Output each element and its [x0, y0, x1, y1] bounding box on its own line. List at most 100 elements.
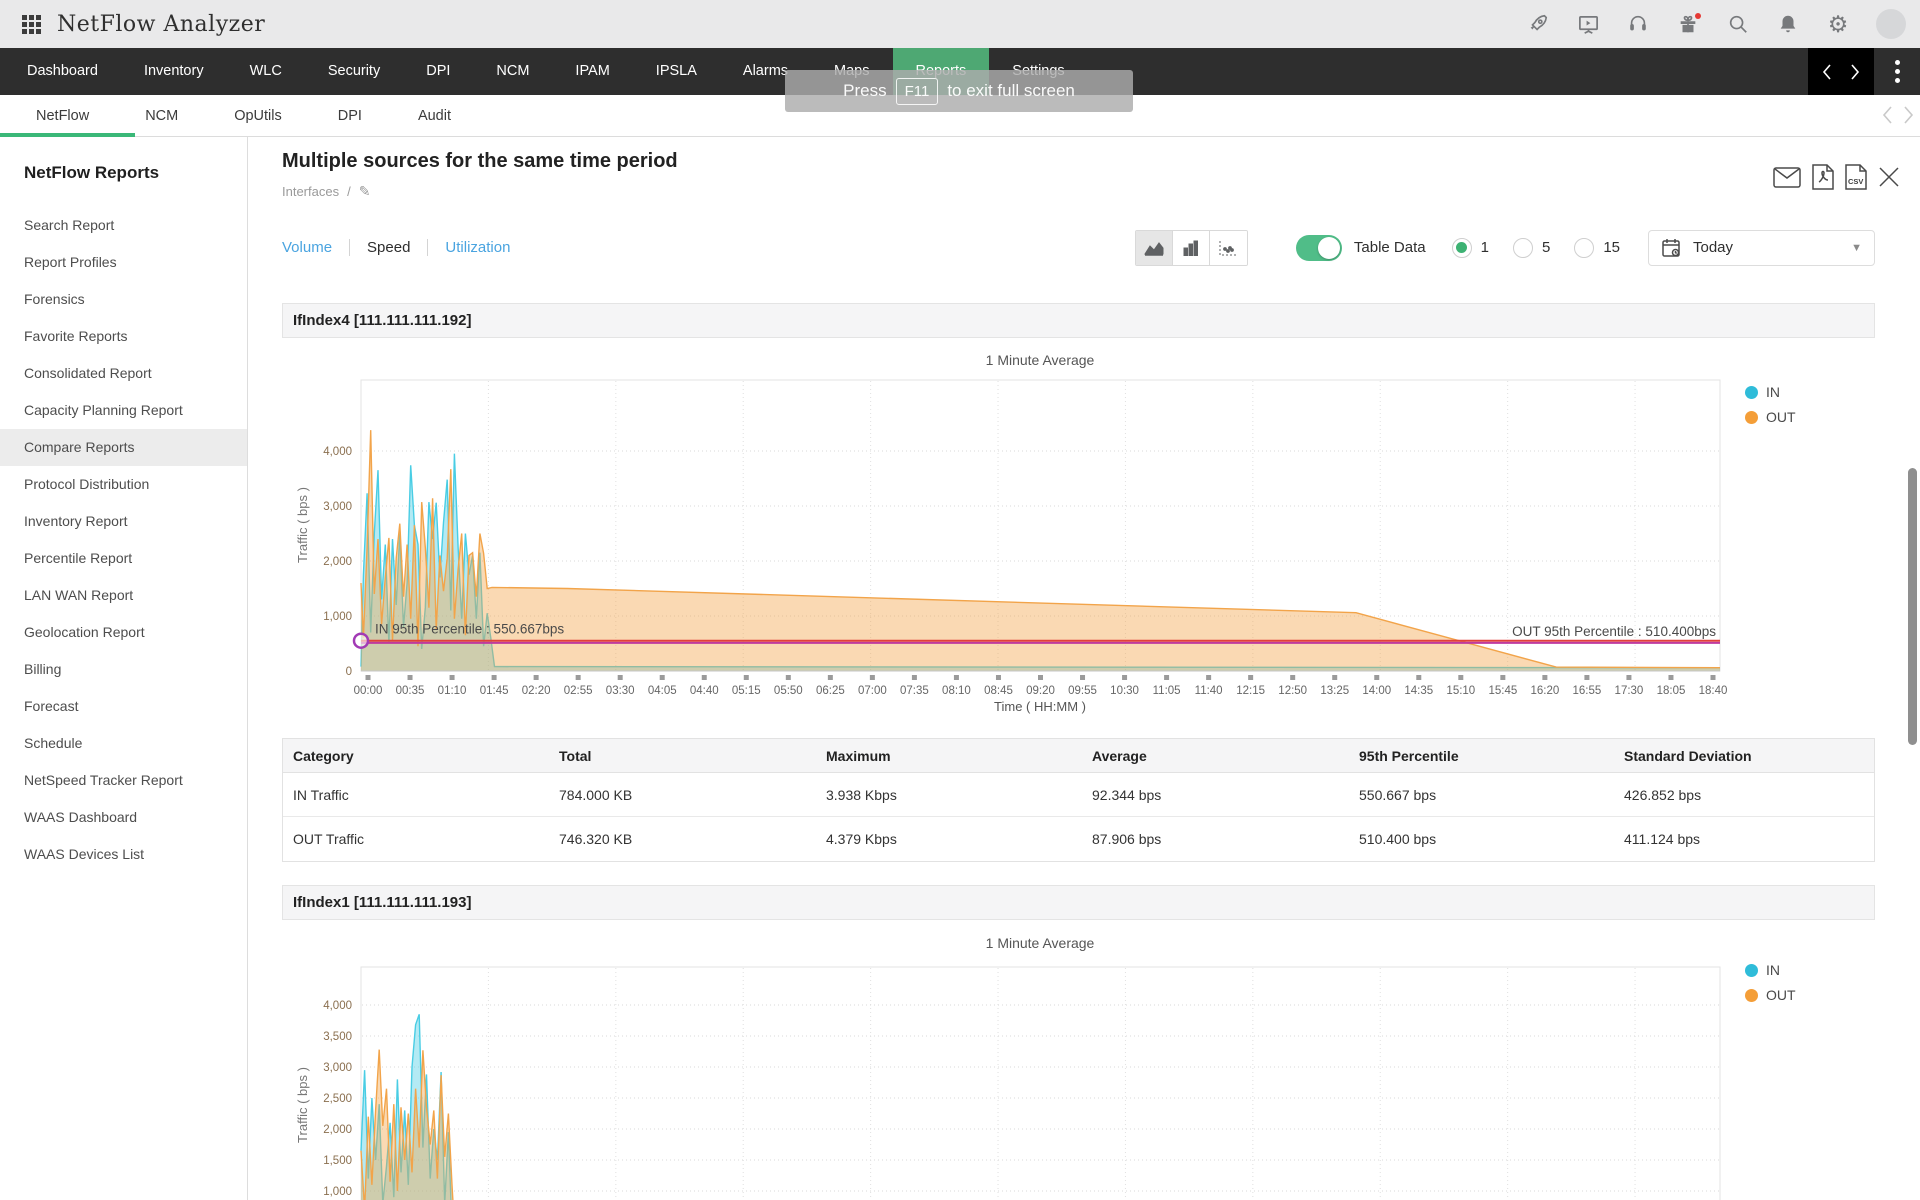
email-icon[interactable]	[1773, 167, 1801, 188]
sidebar-item-compare-reports[interactable]: Compare Reports	[0, 429, 247, 466]
vertical-scrollbar-thumb[interactable]	[1908, 468, 1917, 745]
svg-text:00:35: 00:35	[396, 685, 425, 697]
subnav-tab-ncm[interactable]: NCM	[117, 108, 206, 124]
subnav-next-icon[interactable]	[1903, 106, 1914, 124]
nav-tab-security[interactable]: Security	[305, 48, 403, 95]
user-avatar[interactable]	[1876, 9, 1906, 39]
toolbar-tab-divider	[427, 239, 428, 256]
sidebar-list: Search ReportReport ProfilesForensicsFav…	[0, 207, 247, 873]
date-dropdown-caret: ▼	[1851, 242, 1862, 254]
svg-text:07:00: 07:00	[858, 685, 887, 697]
svg-text:03:30: 03:30	[606, 685, 635, 697]
sidebar-item-schedule[interactable]: Schedule	[0, 725, 247, 762]
settings-gear-icon[interactable]: ⚙	[1826, 12, 1850, 36]
nav-prev-icon[interactable]	[1822, 64, 1832, 80]
nav-tab-wlc[interactable]: WLC	[227, 48, 305, 95]
bar-chart-icon[interactable]	[1173, 231, 1210, 265]
sidebar-item-forensics[interactable]: Forensics	[0, 281, 247, 318]
sidebar-item-geolocation-report[interactable]: Geolocation Report	[0, 614, 247, 651]
app-grid-icon[interactable]	[22, 15, 41, 34]
nav-overflow-menu-icon[interactable]	[1874, 60, 1920, 83]
scatter-chart-icon[interactable]	[1210, 231, 1247, 265]
sidebar-item-inventory-report[interactable]: Inventory Report	[0, 503, 247, 540]
sidebar-item-report-profiles[interactable]: Report Profiles	[0, 244, 247, 281]
whats-new-gift-icon[interactable]	[1676, 12, 1700, 36]
sidebar-item-percentile-report[interactable]: Percentile Report	[0, 540, 247, 577]
svg-text:IN 95th Percentile : 550.667bp: IN 95th Percentile : 550.667bps	[375, 622, 564, 637]
measure-tab-utilization[interactable]: Utilization	[445, 239, 510, 256]
date-range-label: Today	[1693, 239, 1733, 256]
search-icon[interactable]	[1726, 12, 1750, 36]
svg-text:2,500: 2,500	[323, 1093, 352, 1105]
sidebar-item-search-report[interactable]: Search Report	[0, 207, 247, 244]
page-title: Multiple sources for the same time perio…	[282, 150, 678, 173]
subnav-tab-oputils[interactable]: OpUtils	[206, 108, 310, 124]
nav-right-controls	[1808, 48, 1920, 95]
export-pdf-icon[interactable]	[1812, 164, 1834, 190]
sidebar-item-billing[interactable]: Billing	[0, 651, 247, 688]
close-icon[interactable]	[1878, 166, 1900, 188]
interval-radio-15[interactable]: 15	[1574, 238, 1620, 258]
sidebar-item-lan-wan-report[interactable]: LAN WAN Report	[0, 577, 247, 614]
traffic-stats-table: CategoryTotalMaximumAverage95th Percenti…	[282, 738, 1875, 862]
toast-prefix: Press	[843, 81, 886, 101]
nav-next-icon[interactable]	[1850, 64, 1860, 80]
area-chart-icon[interactable]	[1136, 231, 1173, 265]
sidebar-item-forecast[interactable]: Forecast	[0, 688, 247, 725]
export-csv-icon[interactable]: CSV	[1845, 164, 1867, 190]
interval-radio-1[interactable]: 1	[1452, 238, 1489, 258]
launch-rocket-icon[interactable]	[1526, 12, 1550, 36]
table-body: IN Traffic784.000 KB3.938 Kbps92.344 bps…	[283, 773, 1874, 861]
svg-text:1,500: 1,500	[323, 1155, 352, 1167]
table-row: IN Traffic784.000 KB3.938 Kbps92.344 bps…	[283, 773, 1874, 817]
sidebar-title: NetFlow Reports	[0, 137, 247, 183]
sidebar-item-protocol-distribution[interactable]: Protocol Distribution	[0, 466, 247, 503]
sidebar-item-waas-devices-list[interactable]: WAAS Devices List	[0, 836, 247, 873]
edit-pencil-icon[interactable]: ✎	[359, 183, 371, 200]
svg-text:CSV: CSV	[1848, 177, 1863, 186]
sidebar-item-favorite-reports[interactable]: Favorite Reports	[0, 318, 247, 355]
svg-text:11:05: 11:05	[1153, 685, 1181, 697]
svg-text:3,000: 3,000	[323, 501, 352, 513]
support-headset-icon[interactable]	[1626, 12, 1650, 36]
legend-item-in[interactable]: IN	[1745, 962, 1796, 978]
table-header-cell: Maximum	[816, 748, 1082, 764]
legend-item-out[interactable]: OUT	[1745, 987, 1796, 1003]
export-actions: CSV	[1773, 164, 1900, 190]
table-cell: 3.938 Kbps	[816, 787, 1082, 803]
interval-radio-5[interactable]: 5	[1513, 238, 1550, 258]
top-icon-row: ⚙	[1526, 0, 1906, 48]
nav-tab-ncm[interactable]: NCM	[473, 48, 552, 95]
date-range-picker[interactable]: Today ▼	[1648, 230, 1875, 266]
sidebar-item-waas-dashboard[interactable]: WAAS Dashboard	[0, 799, 247, 836]
svg-text:0: 0	[346, 666, 352, 678]
subnav-tab-netflow[interactable]: NetFlow	[8, 108, 117, 124]
table-data-toggle[interactable]	[1296, 235, 1342, 261]
traffic-chart-1: 01,0002,0003,0004,000IN 95th Percentile …	[323, 380, 1727, 697]
svg-text:09:55: 09:55	[1068, 685, 1097, 697]
svg-text:11:40: 11:40	[1195, 685, 1223, 697]
notifications-bell-icon[interactable]	[1776, 12, 1800, 36]
table-cell: 411.124 bps	[1614, 831, 1874, 847]
svg-text:3,000: 3,000	[323, 1062, 352, 1074]
nav-tab-ipam[interactable]: IPAM	[552, 48, 632, 95]
sidebar-item-consolidated-report[interactable]: Consolidated Report	[0, 355, 247, 392]
sidebar-item-netspeed-tracker-report[interactable]: NetSpeed Tracker Report	[0, 762, 247, 799]
nav-tab-dpi[interactable]: DPI	[403, 48, 473, 95]
legend-item-out[interactable]: OUT	[1745, 409, 1796, 425]
nav-tab-inventory[interactable]: Inventory	[121, 48, 227, 95]
nav-tab-ipsla[interactable]: IPSLA	[633, 48, 720, 95]
svg-text:OUT 95th Percentile : 510.400b: OUT 95th Percentile : 510.400bps	[1512, 624, 1716, 639]
subnav-tab-audit[interactable]: Audit	[390, 108, 479, 124]
nav-tab-dashboard[interactable]: Dashboard	[4, 48, 121, 95]
subnav-prev-icon[interactable]	[1882, 106, 1893, 124]
measure-tab-volume[interactable]: Volume	[282, 239, 332, 256]
legend-item-in[interactable]: IN	[1745, 384, 1796, 400]
demo-video-icon[interactable]	[1576, 12, 1600, 36]
breadcrumb-interfaces[interactable]: Interfaces	[282, 184, 339, 199]
svg-text:1,000: 1,000	[323, 1186, 352, 1198]
chart2-section-title: IfIndex1 [111.111.111.193]	[282, 885, 1875, 920]
subnav-tab-dpi[interactable]: DPI	[310, 108, 390, 124]
measure-tab-speed[interactable]: Speed	[367, 239, 410, 256]
sidebar-item-capacity-planning-report[interactable]: Capacity Planning Report	[0, 392, 247, 429]
